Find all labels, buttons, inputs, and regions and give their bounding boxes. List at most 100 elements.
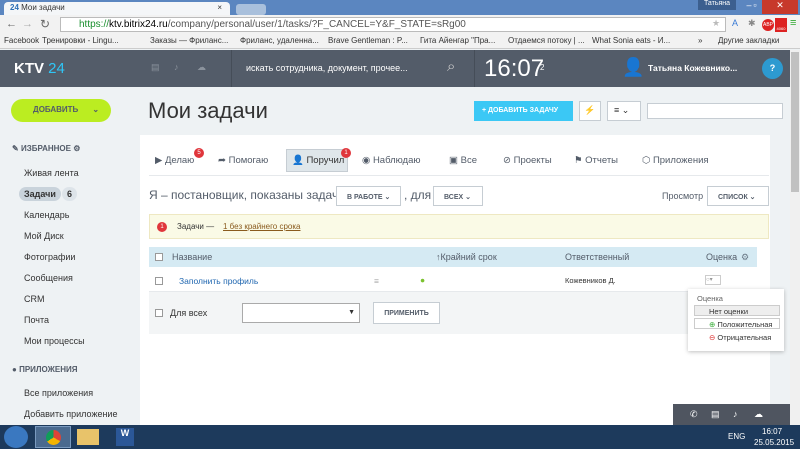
column-name[interactable]: Название — [172, 252, 212, 262]
taskbar-date[interactable]: 25.05.2015 — [754, 438, 794, 447]
reload-icon[interactable]: ↻ — [40, 17, 50, 31]
sidebar-item-messages[interactable]: Сообщения — [24, 273, 73, 283]
url-path: /company/personal/user/1/tasks/?F_CANCEL… — [167, 19, 466, 30]
tab-watching[interactable]: ◉ Наблюдаю — [362, 155, 421, 166]
bookmark[interactable]: Фриланс, удаленна... — [240, 36, 319, 45]
column-deadline[interactable]: ↑Крайний срок — [436, 252, 497, 262]
tab-all[interactable]: ▣ Все — [449, 155, 477, 166]
drag-handle-icon[interactable]: ≡ — [374, 276, 379, 286]
close-window-icon[interactable]: ✕ — [762, 0, 798, 14]
extension-icon[interactable]: ✱ — [748, 18, 756, 29]
sidebar-item-crm[interactable]: CRM — [24, 294, 45, 304]
tab-close-icon[interactable]: × — [217, 3, 222, 12]
bookmark[interactable]: Заказы — Фриланс... — [150, 36, 228, 45]
word-taskbar-icon[interactable]: W — [116, 428, 134, 446]
rating-dropdown[interactable]: ○▾ — [705, 275, 721, 285]
task-name-link[interactable]: Заполнить профиль — [179, 276, 258, 286]
sidebar-item-all-apps[interactable]: Все приложения — [24, 388, 93, 398]
view-label: Просмотр — [662, 191, 704, 201]
cloud-icon[interactable]: ☁ — [197, 62, 206, 73]
select-all-checkbox[interactable] — [155, 253, 163, 261]
scrollbar[interactable] — [790, 50, 800, 425]
chat-icon[interactable]: ▤ — [151, 62, 160, 73]
language-indicator[interactable]: ENG — [728, 432, 745, 441]
new-tab-button[interactable] — [236, 4, 266, 15]
help-button[interactable]: ? — [762, 58, 783, 79]
rating-option-none[interactable]: Нет оценки — [694, 305, 780, 316]
no-deadline-link[interactable]: 1 без крайнего срока — [223, 222, 301, 231]
gear-icon[interactable]: ⚙ — [741, 252, 749, 263]
header-search-input[interactable]: искать сотрудника, документ, прочее... — [246, 63, 408, 73]
action-select[interactable]: ▼ — [242, 303, 360, 323]
bookmark[interactable]: Тренировки - Lingu... — [42, 36, 119, 45]
back-icon[interactable]: ← — [6, 18, 17, 30]
tab-projects[interactable]: ⊘ Проекты — [503, 155, 552, 166]
tab-apps[interactable]: ⬡ Приложения — [642, 155, 709, 166]
apps-heading: ● ПРИЛОЖЕНИЯ — [12, 365, 78, 374]
sidebar-item-tasks[interactable]: Задачи — [19, 187, 61, 201]
cloud-icon[interactable]: ☁ — [754, 409, 763, 420]
sidebar-item-photos[interactable]: Фотографии — [24, 252, 75, 262]
phone-icon[interactable]: ✆ — [690, 409, 698, 420]
tab-reports[interactable]: ⚑ Отчеты — [574, 155, 618, 166]
row-checkbox[interactable] — [155, 277, 163, 285]
bookmark[interactable]: What Sonia eats - И... — [592, 36, 670, 45]
tab-doing[interactable]: ▶ Делаю — [155, 155, 194, 166]
responsible-dropdown[interactable]: ВСЕХ ⌄ — [433, 186, 483, 206]
sidebar-item-calendar[interactable]: Календарь — [24, 210, 69, 220]
sidebar-item-add-app[interactable]: Добавить приложение — [24, 409, 117, 419]
mail-icon[interactable]: 4060 — [775, 18, 787, 32]
task-search-input[interactable] — [647, 103, 783, 119]
tab-label: Отчеты — [585, 155, 618, 166]
bell-icon[interactable]: ♪ — [174, 62, 179, 72]
sidebar-item-processes[interactable]: Мои процессы — [24, 336, 85, 346]
taskbar-time[interactable]: 16:07 — [762, 427, 782, 436]
explorer-taskbar-icon[interactable] — [77, 429, 99, 445]
chrome-taskbar-icon[interactable] — [35, 426, 71, 448]
url-input[interactable]: https://ktv.bitrix24.ru/company/personal… — [60, 17, 726, 32]
bookmark[interactable]: Facebook — [4, 36, 39, 45]
tab-label: Наблюдаю — [372, 155, 421, 166]
bookmark[interactable]: Brave Gentleman : P... — [328, 36, 408, 45]
other-bookmarks[interactable]: Другие закладки — [718, 36, 779, 45]
bookmarks-bar: Facebook Тренировки - Lingu... Заказы — … — [0, 34, 800, 49]
sidebar-item-disk[interactable]: Мой Диск — [24, 231, 64, 241]
rating-option-positive[interactable]: ⊕ Положительная — [694, 318, 780, 329]
rating-option-negative[interactable]: ⊖ Отрицательная — [694, 331, 780, 342]
user-name[interactable]: Татьяна Кожевнико... — [648, 63, 737, 73]
forward-icon[interactable]: → — [22, 18, 33, 30]
user-avatar-icon[interactable]: 👤 — [622, 57, 644, 78]
adblock-icon[interactable]: ABP — [762, 19, 774, 31]
logo[interactable]: KTV 24 — [14, 60, 65, 77]
chat-icon[interactable]: ▤ — [711, 409, 720, 420]
sidebar-item-feed[interactable]: Живая лента — [24, 168, 79, 178]
bookmark[interactable]: Гита Айенгар "Пра... — [420, 36, 495, 45]
start-button[interactable] — [4, 426, 28, 448]
star-icon[interactable]: ★ — [712, 18, 720, 29]
column-rating[interactable]: Оценка — [706, 252, 737, 262]
browser-tab[interactable]: 24 Мои задачи × — [4, 2, 230, 16]
bookmarks-more[interactable]: » — [698, 36, 702, 45]
lightning-button[interactable]: ⚡ — [579, 101, 601, 121]
bookmark[interactable]: Отдаемся потоку | ... — [508, 36, 585, 45]
maximize-icon[interactable]: ▫ — [748, 0, 762, 14]
clock[interactable]: 16:07 — [484, 55, 544, 83]
column-responsible[interactable]: Ответственный — [565, 252, 629, 262]
view-dropdown[interactable]: СПИСОК ⌄ — [707, 186, 769, 206]
tab-assigned[interactable]: 👤 Поручил — [292, 155, 344, 166]
for-all-checkbox[interactable] — [155, 309, 163, 317]
browser-user[interactable]: Татьяна — [698, 0, 736, 10]
list-menu-button[interactable]: ≡ ⌄ — [607, 101, 641, 121]
menu-icon[interactable]: ≡ — [790, 17, 796, 29]
status-dropdown[interactable]: В РАБОТЕ ⌄ — [336, 186, 401, 206]
responsible-name[interactable]: Кожевников Д. — [565, 276, 616, 285]
bell-icon[interactable]: ♪ — [733, 409, 738, 419]
add-button[interactable]: ДОБАВИТЬ ⌄ — [11, 99, 111, 122]
flag-count[interactable]: 2 — [540, 63, 544, 72]
search-icon[interactable]: ⌕ — [447, 58, 455, 75]
translate-icon[interactable]: A — [732, 18, 738, 28]
apply-button[interactable]: ПРИМЕНИТЬ — [373, 302, 440, 324]
tab-helping[interactable]: ➦ Помогаю — [218, 155, 268, 166]
add-task-button[interactable]: + ДОБАВИТЬ ЗАДАЧУ — [474, 101, 573, 121]
sidebar-item-mail[interactable]: Почта — [24, 315, 49, 325]
